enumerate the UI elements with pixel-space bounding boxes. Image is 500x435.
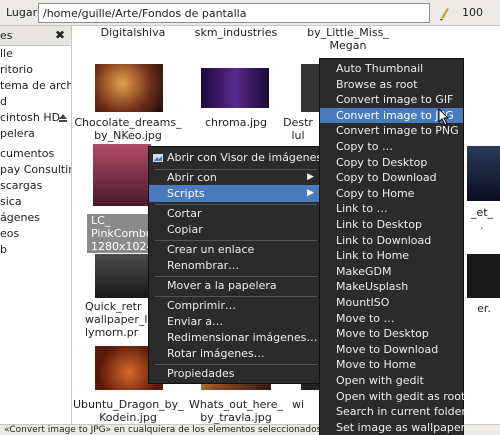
close-icon[interactable]: ✖ (55, 28, 65, 42)
submenu-item[interactable]: Copy to … (320, 139, 463, 155)
menu-item-label: Abrir con Visor de imágenes (167, 151, 323, 164)
submenu-arrow-icon: ▶ (307, 188, 314, 198)
places-sidebar: es ✖ lle ritorio tema de archi… d cintos… (0, 26, 72, 424)
file-label: Ubuntu_Dragon_by_ Kodein.jpg (73, 398, 184, 424)
submenu-item[interactable]: Copy to Download (320, 170, 463, 186)
menu-item-copy[interactable]: Copiar (149, 221, 322, 238)
submenu-item[interactable]: Link to Download (320, 233, 463, 249)
sidebar-item-label: cintosh HD (0, 111, 61, 124)
image-thumbnail[interactable] (467, 146, 500, 201)
file-label: er. (477, 302, 491, 315)
sidebar-header-label: es (0, 29, 13, 42)
sidebar-item-pictures[interactable]: ágenes (0, 210, 71, 226)
file-label: wi (291, 398, 305, 411)
file-label: Whats_out_here_ by_travla.jpg (189, 398, 283, 424)
menu-item-compress[interactable]: Comprimir… (149, 297, 322, 314)
zoom-level[interactable]: 100 (462, 6, 483, 19)
file-label-selected: LC_ PinkCombust 1280x1024. (87, 214, 163, 253)
file-label: Destr lul (283, 116, 313, 142)
file-label: chroma.jpg (204, 116, 267, 129)
sidebar-item-desktop[interactable]: ritorio (0, 62, 71, 78)
file-label: Quick_retr wallpaper_l lymorn.pr (85, 300, 148, 339)
submenu-item[interactable]: Browse as root (320, 77, 463, 93)
menu-item-open-with-viewer[interactable]: Abrir con Visor de imágenes (149, 149, 322, 166)
submenu-item[interactable]: Move to … (320, 311, 463, 327)
image-viewer-icon (153, 154, 163, 162)
submenu-item[interactable]: Open with gedit as root (320, 389, 465, 405)
file-label: by_Little_Miss_ Megan (307, 26, 389, 52)
menu-item-rename[interactable]: Renombrar… (149, 257, 322, 274)
clear-location-icon[interactable] (436, 4, 454, 22)
menu-item-resize-images[interactable]: Redimensionar imágenes… (149, 329, 322, 346)
menu-item-rotate-images[interactable]: Rotar imágenes… (149, 345, 322, 362)
image-thumbnail-chroma[interactable] (201, 68, 269, 108)
menu-item-label: Abrir con (167, 171, 217, 184)
menu-item-label: Scripts (167, 187, 205, 200)
sidebar-item-home[interactable]: lle (0, 46, 71, 62)
file-label: _et_ . (470, 206, 494, 232)
image-thumbnail[interactable] (301, 64, 321, 112)
menu-item-create-link[interactable]: Crear un enlace (149, 241, 322, 258)
submenu-item[interactable]: MakeGDM (320, 264, 463, 280)
sidebar-item-filesystem[interactable]: tema de archi… (0, 78, 71, 94)
sidebar-item-macintosh-hd[interactable]: cintosh HD (0, 110, 71, 126)
menu-item-properties[interactable]: Propiedades (149, 365, 322, 382)
sidebar-item-trash[interactable]: pelera (0, 126, 71, 142)
submenu-item[interactable]: Link to Home (320, 248, 463, 264)
submenu-item[interactable]: Set image as wallpaper (320, 420, 465, 435)
image-thumbnail[interactable] (467, 254, 500, 298)
image-thumbnail-chocolate[interactable] (95, 64, 163, 112)
file-label: Chocolate_dreams_ by_NKeo.jpg (74, 116, 182, 142)
submenu-arrow-icon: ▶ (307, 172, 314, 182)
sidebar-item-videos[interactable]: eos (0, 226, 71, 242)
sidebar-item-downloads[interactable]: scargas (0, 178, 71, 194)
submenu-item[interactable]: MakeUsplash (320, 279, 463, 295)
location-input[interactable]: /home/guille/Arte/Fondos de pantalla (38, 3, 430, 23)
eject-icon[interactable] (58, 113, 68, 123)
image-thumbnail-selected[interactable] (93, 144, 151, 206)
submenu-item[interactable]: Convert image to GIF (320, 92, 463, 108)
sidebar-header: es ✖ (0, 26, 71, 46)
submenu-item[interactable]: Move to Desktop (320, 326, 463, 342)
submenu-item[interactable]: Link to Desktop (320, 217, 463, 233)
submenu-item[interactable]: MountISO (320, 295, 463, 311)
submenu-item[interactable]: Open with gedit (320, 373, 463, 389)
mouse-cursor-icon (438, 108, 450, 126)
sidebar-item-consulting[interactable]: pay Consulting (0, 162, 71, 178)
submenu-item[interactable]: Move to Home (320, 357, 463, 373)
menu-item-send-to[interactable]: Enviar a… (149, 313, 322, 330)
sidebar-item-d[interactable]: d (0, 94, 71, 110)
file-label: Digitalshiva (100, 26, 166, 39)
submenu-item[interactable]: Search in current folder (320, 404, 466, 420)
submenu-item[interactable]: Copy to Desktop (320, 155, 463, 171)
menu-item-move-to-trash[interactable]: Mover a la papelera (149, 277, 322, 294)
location-bar: Lugar: /home/guille/Arte/Fondos de panta… (0, 0, 500, 26)
menu-item-open-with[interactable]: Abrir con ▶ (149, 169, 322, 186)
submenu-item[interactable]: Copy to Home (320, 186, 463, 202)
sidebar-item-web[interactable]: b (0, 242, 71, 258)
sidebar-item-music[interactable]: sica (0, 194, 71, 210)
submenu-item[interactable]: Move to Download (320, 342, 463, 358)
sidebar-item-documents[interactable]: cumentos (0, 146, 71, 162)
submenu-item[interactable]: Auto Thumbnail (320, 61, 463, 77)
submenu-item[interactable]: Link to … (320, 201, 463, 217)
context-menu: Abrir con Visor de imágenes Abrir con ▶ … (148, 146, 323, 384)
menu-item-cut[interactable]: Cortar (149, 205, 322, 222)
image-thumbnail[interactable] (95, 254, 150, 298)
menu-item-scripts[interactable]: Scripts ▶ (149, 185, 322, 202)
file-label: skm_industries (194, 26, 278, 39)
location-label: Lugar: (6, 6, 41, 19)
